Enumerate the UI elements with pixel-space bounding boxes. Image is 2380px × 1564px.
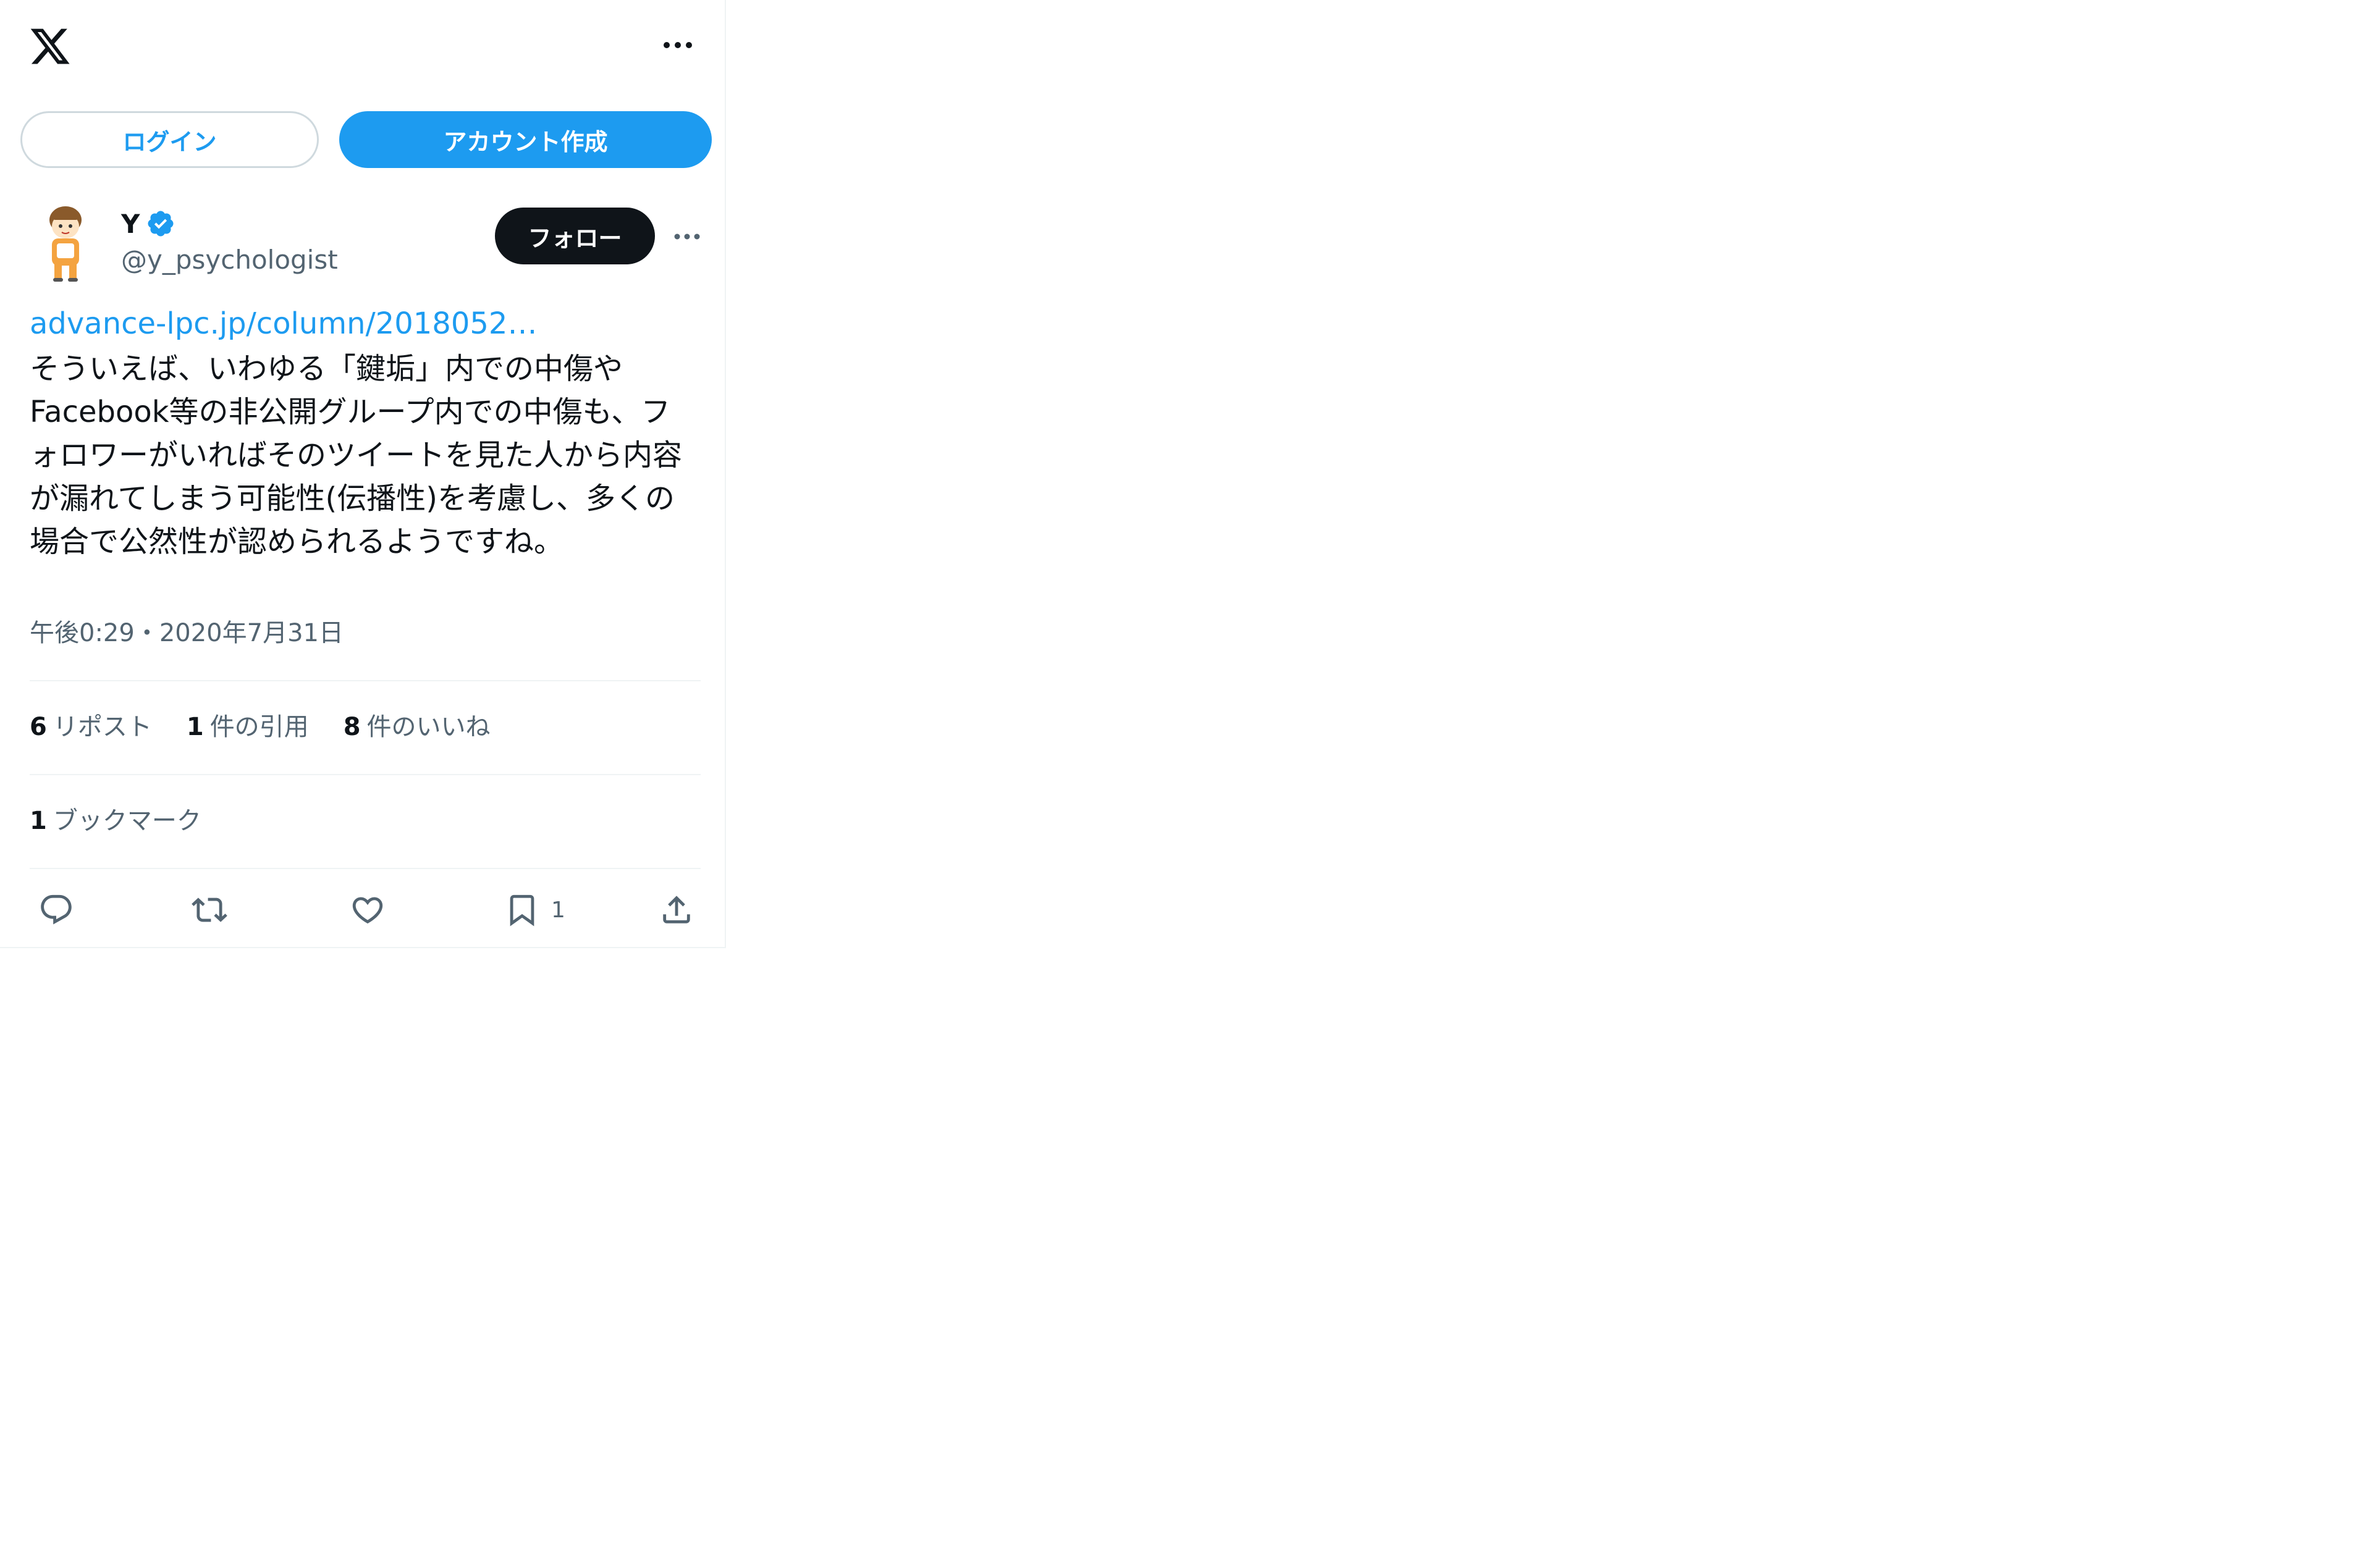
share-upload-icon xyxy=(663,896,690,923)
like-heart-icon xyxy=(352,897,383,924)
divider xyxy=(30,868,701,869)
verified-badge-icon xyxy=(148,211,174,237)
bookmarks-label: ブックマーク xyxy=(53,807,201,835)
login-button[interactable]: ログイン xyxy=(20,111,319,168)
author-handle[interactable]: @y_psychologist xyxy=(121,245,338,275)
author-name-row: Y xyxy=(121,205,175,242)
bookmark-button[interactable]: 1 xyxy=(504,883,565,936)
create-account-button[interactable]: アカウント作成 xyxy=(339,111,712,168)
avatar[interactable] xyxy=(30,203,101,283)
follow-button[interactable]: フォロー xyxy=(495,208,655,264)
likes-count: 8 xyxy=(343,713,361,741)
reposts-stat[interactable]: 6 リポスト xyxy=(30,707,152,742)
likes-stat[interactable]: 8 件のいいね xyxy=(344,707,491,742)
bookmark-count: 1 xyxy=(551,897,565,923)
reposts-label: リポスト xyxy=(53,713,152,741)
more-options-icon[interactable] xyxy=(665,221,709,252)
bookmarks-count: 1 xyxy=(30,807,47,835)
reposts-count: 6 xyxy=(30,713,47,741)
quotes-stat[interactable]: 1 件の引用 xyxy=(187,707,309,742)
more-options-icon[interactable] xyxy=(656,30,699,61)
tweet-timestamp[interactable]: 午後0:29・2020年7月31日 xyxy=(30,613,344,649)
tweet-link[interactable]: advance-lpc.jp/column/2018052… xyxy=(30,306,537,341)
action-bar: 1 xyxy=(0,883,726,936)
author-display-name[interactable]: Y xyxy=(121,209,140,239)
bookmark-icon xyxy=(510,894,534,927)
quotes-count: 1 xyxy=(186,713,204,741)
reply-button[interactable] xyxy=(38,883,74,936)
divider xyxy=(30,774,701,775)
divider xyxy=(30,680,701,681)
x-logo-icon[interactable] xyxy=(28,25,72,68)
tweet-body: そういえば、いわゆる「鍵垢」内での中傷や Facebook等の非公開グループ内で… xyxy=(30,351,683,559)
quotes-label: 件の引用 xyxy=(209,713,309,741)
share-button[interactable] xyxy=(659,883,694,936)
likes-label: 件のいいね xyxy=(366,713,491,741)
engagement-stats: 6 リポスト 1 件の引用 8 件のいいね xyxy=(30,707,525,742)
repost-icon xyxy=(192,898,227,922)
repost-button[interactable] xyxy=(192,883,227,936)
reply-icon xyxy=(41,894,72,925)
page: ログイン アカウント作成 Y @y_psychologist フォロー adva… xyxy=(0,0,2380,1564)
tweet-card: ログイン アカウント作成 Y @y_psychologist フォロー adva… xyxy=(0,0,726,948)
top-bar xyxy=(0,0,726,93)
like-button[interactable] xyxy=(350,883,386,936)
bookmarks-stat: 1 ブックマーク xyxy=(30,801,201,836)
